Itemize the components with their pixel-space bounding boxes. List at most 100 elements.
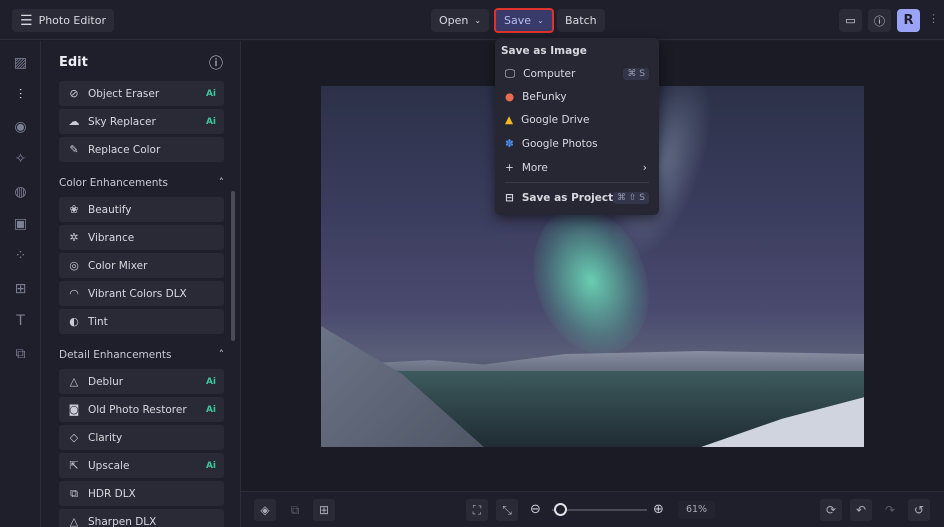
sliders-icon[interactable]: ⫶ bbox=[12, 87, 29, 104]
item-label: Save as Project bbox=[521, 192, 614, 204]
compare-button[interactable]: ⧉ bbox=[284, 499, 306, 521]
menu-item-more[interactable]: + More › bbox=[505, 158, 649, 178]
tool-sharpen-dlx[interactable]: △ Sharpen DLX bbox=[59, 509, 224, 527]
zoom-slider-thumb[interactable] bbox=[553, 503, 567, 516]
more-icon[interactable]: ⋮ bbox=[928, 12, 939, 25]
shrink-icon: ⤡ bbox=[502, 503, 512, 517]
section-color-enhancements[interactable]: Color Enhancements ˄ bbox=[59, 177, 224, 189]
tool-deblur[interactable]: △ Deblur Ai bbox=[59, 369, 224, 394]
tool-vibrance[interactable]: ✲ Vibrance bbox=[59, 225, 224, 250]
refresh-icon: ⟳ bbox=[825, 503, 837, 517]
section-detail-enhancements[interactable]: Detail Enhancements ˄ bbox=[59, 349, 224, 361]
item-label: Sharpen DLX bbox=[88, 515, 157, 527]
tool-clarity[interactable]: ◇ Clarity bbox=[59, 425, 224, 450]
collage-icon[interactable]: ⧉ bbox=[12, 346, 29, 363]
batch-button[interactable]: Batch bbox=[557, 9, 605, 32]
expand-icon: ⛶ bbox=[472, 503, 482, 517]
tool-sky-replacer[interactable]: ☁ Sky Replacer Ai bbox=[59, 109, 224, 134]
tool-object-eraser[interactable]: ⊘ Object Eraser Ai bbox=[59, 81, 224, 106]
ai-badge: Ai bbox=[205, 376, 216, 387]
edit-panel: Edit ⓘ ⊘ Object Eraser Ai ☁ Sky Replacer Ai … bbox=[41, 41, 241, 527]
panel-scrollbar[interactable] bbox=[231, 191, 235, 341]
section-label: Detail Enhancements bbox=[59, 349, 172, 361]
ai-badge: Ai bbox=[205, 88, 216, 99]
tool-tint[interactable]: ◐ Tint bbox=[59, 309, 224, 334]
monitor-icon: 🖵 bbox=[505, 67, 516, 80]
zoom-in-icon[interactable]: ⊕ bbox=[653, 502, 664, 517]
plus-icon: + bbox=[505, 162, 514, 174]
chevron-up-icon: ˄ bbox=[218, 177, 224, 189]
replace-image-button[interactable]: ⟳ bbox=[820, 499, 842, 521]
item-label: Vibrance bbox=[88, 231, 135, 244]
open-button[interactable]: Open ⌄ bbox=[431, 9, 490, 32]
chevron-right-icon: › bbox=[642, 162, 647, 174]
eye-icon[interactable]: ◉ bbox=[12, 119, 29, 136]
frame-icon[interactable]: ▣ bbox=[12, 216, 29, 233]
grid-button[interactable]: ⊞ bbox=[313, 499, 335, 521]
item-label: Upscale bbox=[88, 459, 130, 472]
menu-item-save-project[interactable]: ⊟ Save as Project ⌘ ⇧ S bbox=[505, 188, 649, 208]
ai-badge: Ai bbox=[205, 460, 216, 471]
item-label: More bbox=[521, 162, 548, 174]
upscale-icon: ⇱ bbox=[69, 459, 79, 472]
sparkle-icon[interactable]: ✧ bbox=[12, 151, 29, 168]
item-label: Google Photos bbox=[521, 138, 598, 150]
menu-item-google-drive[interactable]: ▲ Google Drive bbox=[505, 110, 649, 130]
image-icon[interactable]: ▨ bbox=[12, 55, 29, 72]
menu-button[interactable]: ☰ Photo Editor bbox=[12, 9, 114, 32]
zoom-value[interactable]: 61% bbox=[678, 501, 715, 519]
item-label: Deblur bbox=[88, 375, 124, 388]
eraser-icon: ⊘ bbox=[69, 87, 79, 100]
help-icon: ⓘ bbox=[874, 14, 885, 28]
menu-item-befunky[interactable]: ● BeFunky bbox=[505, 87, 649, 107]
item-label: Computer bbox=[523, 68, 576, 80]
item-label: Old Photo Restorer bbox=[88, 403, 187, 416]
redo-icon: ↷ bbox=[884, 503, 896, 517]
shapes-icon[interactable]: ⁘ bbox=[12, 248, 29, 265]
tool-replace-color[interactable]: ✎ Replace Color bbox=[59, 137, 224, 162]
tool-hdr-dlx[interactable]: ⧉ HDR DLX bbox=[59, 481, 224, 506]
compare-icon: ⧉ bbox=[290, 503, 300, 517]
item-label: Color Mixer bbox=[88, 259, 148, 272]
tint-icon: ◐ bbox=[69, 315, 79, 328]
palette-icon[interactable]: ◍ bbox=[12, 184, 29, 201]
save-button[interactable]: Save ⌄ bbox=[494, 8, 554, 33]
item-label: Sky Replacer bbox=[88, 115, 156, 128]
item-label: Vibrant Colors DLX bbox=[88, 287, 187, 300]
info-icon[interactable]: ⓘ bbox=[209, 53, 223, 73]
beautify-icon: ❀ bbox=[69, 203, 79, 216]
zoom-out-icon[interactable]: ⊖ bbox=[530, 502, 541, 517]
item-label: Google Drive bbox=[521, 114, 590, 126]
redo-button[interactable]: ↷ bbox=[879, 499, 901, 521]
bottom-toolbar: ◈ ⧉ ⊞ ⛶ ⤡ ⊖ ⊕ 61% ⟳ ↶ ↷ ↺ bbox=[241, 491, 944, 527]
item-label: Replace Color bbox=[88, 143, 161, 156]
texture-icon[interactable]: ⊞ bbox=[12, 281, 29, 298]
open-label: Open bbox=[439, 14, 469, 27]
avatar[interactable]: R bbox=[897, 9, 920, 32]
menu-heading: Save as Image bbox=[501, 45, 587, 57]
text-icon[interactable]: T bbox=[12, 313, 29, 330]
actual-size-button[interactable]: ⤡ bbox=[496, 499, 518, 521]
zoom-slider[interactable] bbox=[552, 503, 647, 516]
chevron-up-icon: ˄ bbox=[218, 349, 224, 361]
ai-badge: Ai bbox=[205, 404, 216, 415]
tool-upscale[interactable]: ⇱ Upscale Ai bbox=[59, 453, 224, 478]
menu-item-computer[interactable]: 🖵 Computer ⌘ S bbox=[505, 64, 649, 84]
tool-color-mixer[interactable]: ◎ Color Mixer bbox=[59, 253, 224, 278]
history-button[interactable]: ↺ bbox=[908, 499, 930, 521]
history-icon: ↺ bbox=[913, 503, 925, 517]
tool-beautify[interactable]: ❀ Beautify bbox=[59, 197, 224, 222]
undo-button[interactable]: ↶ bbox=[850, 499, 872, 521]
google-drive-icon: ▲ bbox=[505, 114, 514, 126]
fit-screen-button[interactable]: ⛶ bbox=[466, 499, 488, 521]
comments-button[interactable]: ▭ bbox=[839, 9, 862, 32]
panel-title: Edit bbox=[59, 55, 88, 70]
tool-old-photo-restorer[interactable]: ◙ Old Photo Restorer Ai bbox=[59, 397, 224, 422]
save-label: Save bbox=[504, 14, 532, 27]
help-button[interactable]: ⓘ bbox=[868, 9, 891, 32]
tool-vibrant-colors[interactable]: ◠ Vibrant Colors DLX bbox=[59, 281, 224, 306]
layers-button[interactable]: ◈ bbox=[254, 499, 276, 521]
menu-item-google-photos[interactable]: ✽ Google Photos bbox=[505, 134, 649, 154]
tool-rail: ▨ ⫶ ◉ ✧ ◍ ▣ ⁘ ⊞ T ⧉ bbox=[0, 41, 41, 527]
google-photos-icon: ✽ bbox=[505, 138, 514, 150]
